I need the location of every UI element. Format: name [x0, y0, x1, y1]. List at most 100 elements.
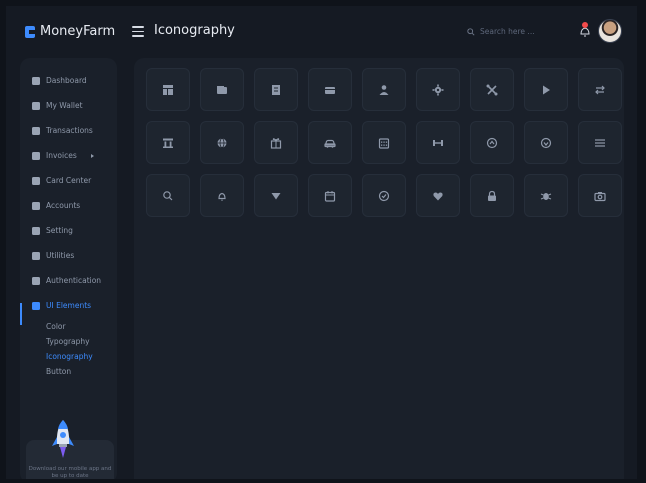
sidebar-item-label: Dashboard — [46, 76, 87, 85]
sidebar-item-label: Setting — [46, 226, 73, 235]
calendar-grid-icon — [378, 137, 390, 149]
play-icon — [543, 85, 550, 94]
icon-tile[interactable] — [362, 121, 406, 164]
download-circle-icon — [540, 137, 552, 148]
icon-showcase-panel — [134, 58, 624, 479]
swap-icon — [595, 85, 605, 94]
camera-icon — [594, 191, 606, 201]
icon-tile[interactable] — [524, 174, 568, 217]
tools-icon — [32, 251, 40, 260]
sidebar-item-label: Invoices — [46, 151, 77, 160]
search-input[interactable] — [480, 27, 550, 36]
invoice-icon — [32, 151, 40, 160]
sidebar-item-label: Card Center — [46, 176, 92, 185]
icon-tile[interactable] — [470, 121, 514, 164]
icon-tile[interactable] — [308, 174, 352, 217]
chevron-right-icon — [90, 153, 94, 158]
menu-toggle-icon[interactable] — [132, 26, 144, 37]
icon-tile[interactable] — [578, 68, 622, 111]
icon-tile[interactable] — [200, 174, 244, 217]
dumbbell-icon — [433, 139, 443, 146]
sidebar-item-label: Utilities — [46, 251, 75, 260]
ui-elements-submenu: Color Typography Iconography Button — [20, 319, 117, 379]
sidebar-item-label: UI Elements — [46, 301, 92, 310]
tools-icon — [486, 84, 498, 95]
clock-up-icon — [486, 137, 498, 148]
submenu-item-iconography[interactable]: Iconography — [20, 349, 117, 364]
sidebar-item-ui-elements[interactable]: UI Elements — [20, 293, 117, 318]
check-circle-icon — [378, 190, 390, 201]
app-name: MoneyFarm — [40, 24, 116, 39]
bank-icon — [163, 138, 173, 148]
sidebar-item-dashboard[interactable]: Dashboard — [20, 68, 117, 93]
rocket-icon — [52, 420, 74, 458]
icon-tile[interactable] — [308, 68, 352, 111]
promo-text: Download our mobile app and be up to dat… — [28, 466, 112, 479]
sidebar-item-transactions[interactable]: Transactions — [20, 118, 117, 143]
app-frame: MoneyFarm Iconography Dashboard My Walle… — [6, 6, 637, 479]
icon-tile[interactable] — [362, 174, 406, 217]
sidebar-item-invoices[interactable]: Invoices — [20, 143, 117, 168]
gear-icon — [32, 226, 40, 235]
sidebar-item-setting[interactable]: Setting — [20, 218, 117, 243]
sidebar: Dashboard My Wallet Transactions Invoice… — [20, 58, 117, 479]
sidebar-item-utilities[interactable]: Utilities — [20, 243, 117, 268]
gear-icon — [432, 84, 444, 95]
sidebar-item-label: Authentication — [46, 276, 102, 285]
user-icon — [379, 84, 389, 95]
icon-tile[interactable] — [470, 174, 514, 217]
icon-tile[interactable] — [416, 121, 460, 164]
car-icon — [324, 139, 336, 148]
icon-tile[interactable] — [578, 121, 622, 164]
icon-grid — [146, 68, 622, 227]
globe-icon — [217, 137, 227, 148]
sidebar-item-card-center[interactable]: Card Center — [20, 168, 117, 193]
icon-tile[interactable] — [200, 68, 244, 111]
bell-icon — [218, 192, 226, 201]
sidebar-item-label: Transactions — [46, 126, 93, 135]
logo-icon — [25, 25, 35, 38]
icon-tile[interactable] — [416, 68, 460, 111]
icon-tile[interactable] — [146, 174, 190, 217]
sidebar-item-label: My Wallet — [46, 101, 83, 110]
icon-tile[interactable] — [254, 68, 298, 111]
icon-tile[interactable] — [578, 174, 622, 217]
app-logo[interactable]: MoneyFarm — [25, 24, 115, 39]
icon-tile[interactable] — [200, 121, 244, 164]
search-icon — [467, 27, 475, 36]
icon-tile[interactable] — [146, 68, 190, 111]
icon-tile[interactable] — [362, 68, 406, 111]
submenu-item-color[interactable]: Color — [20, 319, 117, 334]
icon-tile[interactable] — [308, 121, 352, 164]
icon-tile[interactable] — [470, 68, 514, 111]
icon-tile[interactable] — [146, 121, 190, 164]
gift-icon — [270, 137, 282, 149]
lock-icon — [32, 276, 40, 285]
receipt-icon — [32, 126, 40, 135]
bug-icon — [540, 192, 552, 200]
sidebar-item-label: Accounts — [46, 201, 81, 210]
icon-row — [146, 68, 622, 111]
notification-badge — [582, 22, 588, 28]
icon-row — [146, 121, 622, 164]
lock-icon — [488, 190, 496, 201]
icon-tile[interactable] — [524, 68, 568, 111]
submenu-item-typography[interactable]: Typography — [20, 334, 117, 349]
search-icon — [163, 190, 173, 200]
heart-icon — [433, 192, 443, 200]
avatar[interactable] — [598, 19, 622, 43]
icon-tile[interactable] — [524, 121, 568, 164]
icon-tile[interactable] — [254, 121, 298, 164]
dashboard-icon — [163, 84, 173, 95]
sidebar-item-accounts[interactable]: Accounts — [20, 193, 117, 218]
sidebar-item-my-wallet[interactable]: My Wallet — [20, 93, 117, 118]
icon-tile[interactable] — [416, 174, 460, 217]
wallet-icon — [217, 85, 227, 94]
card-icon — [325, 86, 335, 94]
icon-tile[interactable] — [254, 174, 298, 217]
sidebar-item-authentication[interactable]: Authentication — [20, 268, 117, 293]
menu-icon — [595, 138, 605, 147]
submenu-item-button[interactable]: Button — [20, 364, 117, 379]
user-icon — [32, 201, 40, 210]
search-box[interactable] — [467, 27, 550, 36]
